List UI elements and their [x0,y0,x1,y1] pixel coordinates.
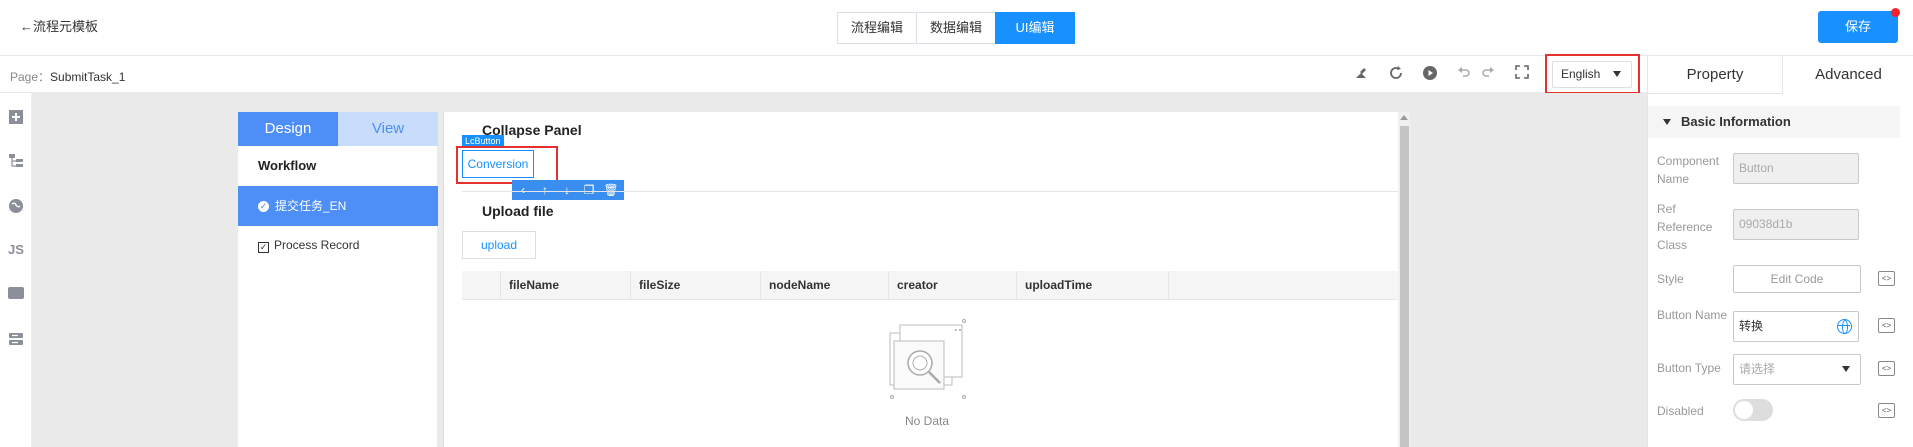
unsaved-dot [1891,8,1900,17]
database-icon[interactable] [8,331,24,347]
left-rail: JS [0,93,32,447]
property-panel: Property Advanced Basic Information Comp… [1647,56,1913,447]
table-header-spacer [462,271,500,300]
property-tabs: Property Advanced [1648,56,1913,94]
tab-property[interactable]: Property [1648,56,1782,94]
add-component-icon[interactable] [8,109,24,125]
collapse-arrow-icon [1663,119,1671,125]
delete-icon[interactable]: 🗑 [600,180,622,200]
refresh-icon[interactable] [1387,65,1405,83]
button-name-label: Button Name [1657,308,1728,322]
select-parent-icon[interactable]: ‹ [512,180,534,200]
mode-tabs: 流程编辑 数据编辑 UI编辑 [837,12,1075,44]
chevron-down-icon [1613,71,1621,77]
tab-design[interactable]: Design [238,112,338,146]
top-bar: ←流程元模板 流程编辑 数据编辑 UI编辑 保存 [0,0,1913,56]
workflow-item-label: Process Record [274,238,360,252]
tab-view[interactable]: View [338,112,438,146]
upload-file-title: Upload file [482,203,554,219]
save-button[interactable]: 保存 [1818,11,1898,43]
workflow-item-label: 提交任务_EN [275,199,347,213]
check-circle-icon: ✓ [258,201,269,213]
language-select[interactable]: English [1552,61,1632,88]
empty-data-illustration [870,315,990,405]
tab-advanced[interactable]: Advanced [1782,56,1913,94]
fullscreen-icon[interactable] [1513,65,1531,83]
component-name-label: Component Name [1657,154,1720,186]
globe-icon[interactable] [8,198,24,214]
button-name-value: 转换 [1739,319,1764,333]
section-title: Basic Information [1681,114,1791,129]
js-icon[interactable]: JS [8,242,24,258]
page-bar: Page：SubmitTask_1 [0,56,1647,93]
scroll-up-icon[interactable] [1400,115,1408,120]
conversion-highlight [456,146,558,184]
play-icon[interactable] [1421,65,1439,83]
basic-information-section[interactable]: Basic Information [1648,106,1900,138]
tab-process-edit[interactable]: 流程编辑 [837,12,917,44]
language-value: English [1561,67,1601,81]
code-icon[interactable]: <> [1878,403,1895,418]
button-type-select[interactable]: 请选择 [1733,354,1861,385]
edit-code-button[interactable]: Edit Code [1733,265,1861,293]
redo-icon[interactable] [1479,65,1497,83]
workflow-item-process-record[interactable]: ✓ Process Record [258,238,359,253]
upload-button[interactable]: upload [462,231,536,259]
page-name: SubmitTask_1 [50,70,126,84]
column-header: fileSize [630,271,760,300]
globe-icon[interactable] [1837,319,1852,334]
ref-reference-class-field: 09038d1b [1733,209,1859,240]
column-header: fileName [500,271,630,300]
button-type-placeholder: 请选择 [1739,362,1776,376]
code-icon[interactable]: <> [1878,361,1895,376]
code-icon[interactable]: <> [1878,271,1895,286]
file-table-header: fileName fileSize nodeName creator uploa… [462,271,1398,300]
back-link[interactable]: ←流程元模板 [20,16,98,35]
copy-icon[interactable]: ❐ [578,180,600,200]
clean-icon[interactable] [1352,65,1370,83]
column-header: creator [888,271,1016,300]
section-divider [462,191,1398,192]
page-prefix: Page： [10,70,51,84]
component-toolbar: ‹ ↑ ↓ ❐ 🗑 [512,180,624,200]
disabled-label: Disabled [1657,404,1704,418]
move-up-icon[interactable]: ↑ [534,180,556,200]
scrollbar-thumb[interactable] [1400,126,1409,447]
empty-data-text: No Data [905,414,950,428]
tree-icon[interactable] [8,153,24,169]
design-view-tabs: Design View [238,112,438,146]
undo-icon[interactable] [1455,65,1473,83]
button-type-label: Button Type [1657,361,1721,375]
variable-icon[interactable] [8,287,24,303]
code-icon[interactable]: <> [1878,318,1895,333]
disabled-toggle[interactable] [1733,399,1773,421]
workflow-item-submit-task[interactable]: ✓ 提交任务_EN [238,186,438,226]
checkbox-icon: ✓ [258,242,269,253]
workflow-title: Workflow [258,158,317,173]
column-header: uploadTime [1016,271,1168,300]
button-name-field[interactable]: 转换 [1733,311,1859,342]
page-label: Page：SubmitTask_1 [10,68,125,85]
style-label: Style [1657,272,1684,286]
move-down-icon[interactable]: ↓ [556,180,578,200]
tab-data-edit[interactable]: 数据编辑 [916,12,996,44]
workflow-panel: Design View Workflow ✓ 提交任务_EN ✓ Process R… [238,112,438,447]
chevron-down-icon [1842,366,1850,372]
column-header: nodeName [760,271,888,300]
table-header-filler [1168,271,1398,300]
tab-ui-edit[interactable]: UI编辑 [995,12,1075,44]
component-name-field: Button [1733,153,1859,184]
ref-reference-class-label: Ref Reference Class [1657,202,1713,252]
